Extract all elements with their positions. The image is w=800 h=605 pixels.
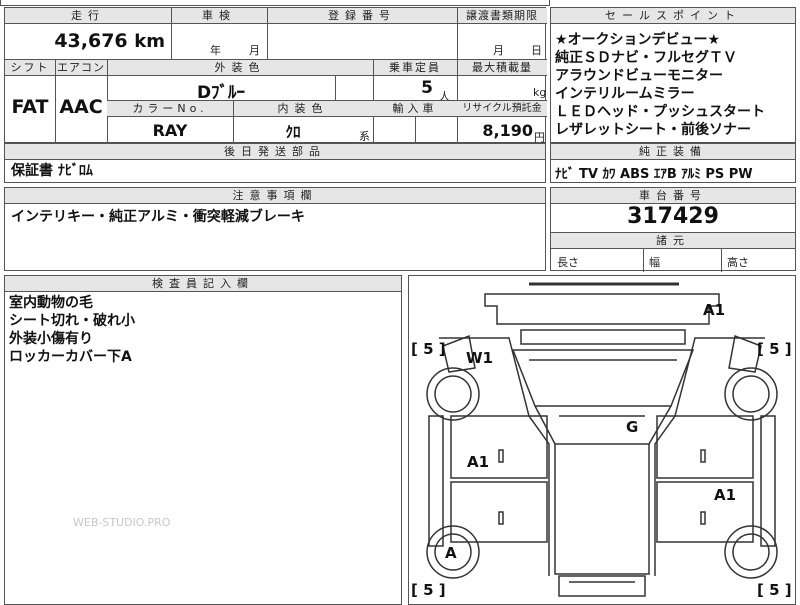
mark-a-rear-left: A [445, 544, 457, 562]
interior-color-value: ｸﾛ [285, 123, 301, 141]
aircon-header: エアコン [55, 60, 107, 76]
later-parts-value: 保証書 ﾅﾋﾞﾛﾑ [11, 163, 93, 179]
dimensions-header: 諸元 [551, 232, 795, 249]
selling-point: 純正ＳＤナビ・フルセグＴＶ [555, 50, 737, 66]
capacity-header: 乗車定員 [373, 60, 457, 76]
aircon-value: AAC [59, 96, 103, 118]
transfer-day-label: 日 [531, 44, 542, 57]
chassis-panel: 車台番号 317429 諸元 長さ 幅 高さ [550, 187, 796, 272]
color-no-value: RAY [152, 121, 188, 140]
mileage-unit: km [134, 31, 165, 52]
top-strip [0, 0, 550, 6]
shift-value: FAT [11, 96, 49, 118]
selling-points-header: セールスポイント [551, 8, 795, 24]
notes-header: 注意事項欄 [5, 188, 545, 204]
inspector-lines: 室内動物の毛 シート切れ・破れ小 外装小傷有り ロッカーカバー下A [9, 294, 135, 366]
max-load-unit: kg [533, 86, 547, 99]
capacity-value: 5 [421, 78, 433, 98]
exterior-color-header: 外装色 [107, 60, 373, 76]
selling-point: インテリルームミラー [555, 86, 695, 102]
car-diagram: A1 W1 G A1 A1 A [ 5 ] [ 5 ] [ 5 ] [ 5 ] [408, 275, 796, 605]
selling-point: ★オークションデビュー★ [555, 32, 721, 48]
registration-header: 登録番号 [267, 8, 457, 24]
mark-g-roof: G [626, 418, 639, 436]
selling-point: アラウンドビューモニター [555, 68, 723, 84]
shift-header: シフト [5, 60, 55, 76]
interior-color-header: 内装色 [233, 101, 373, 117]
tire-front-left: [ 5 ] [411, 340, 446, 358]
recycle-value: 8,190 [482, 121, 533, 140]
selling-point: レザレットシート・前後ソナー [555, 122, 751, 138]
recycle-header: リサイクル預託金 [457, 101, 547, 117]
notes-panel: 注意事項欄 インテリキー・純正アルミ・衝突軽減ブレーキ [4, 187, 546, 271]
mark-w1-fender: W1 [466, 349, 493, 367]
interior-color-suffix: 系 [359, 130, 370, 143]
selling-points-panel: セールスポイント ★オークションデビュー★ 純正ＳＤナビ・フルセグＴＶ アラウン… [550, 7, 796, 143]
selling-point: ＬＥＤヘッド・プッシュスタート [555, 104, 765, 120]
height-label: 高さ [727, 256, 749, 269]
chassis-value: 317429 [627, 204, 719, 229]
inspector-line: 外装小傷有り [9, 331, 93, 347]
car-outline [426, 282, 778, 597]
standard-equipment-value: ﾅﾋﾞ TV ｶﾜ ABS ｴｱB ｱﾙﾐ PS PW [555, 167, 753, 182]
inspection-header: 車検 [171, 8, 267, 24]
inspector-line: 室内動物の毛 [9, 295, 93, 311]
mark-a1-right-door: A1 [714, 486, 737, 504]
inspection-year-label: 年 [210, 44, 221, 57]
color-no-header: カラーNo. [107, 101, 233, 117]
mark-a1-left-door: A1 [467, 453, 490, 471]
mark-a1-hood: A1 [703, 301, 726, 319]
length-label: 長さ [557, 256, 579, 269]
tire-rear-left: [ 5 ] [411, 581, 446, 599]
chassis-header: 車台番号 [551, 188, 795, 204]
tire-front-right: [ 5 ] [757, 340, 792, 358]
watermark: WEB-STUDIO.PRO [73, 516, 171, 529]
mileage-header: 走行 [5, 8, 171, 24]
tire-rear-right: [ 5 ] [757, 581, 792, 599]
import-header: 輸入車 [373, 101, 457, 117]
transfer-deadline-header: 譲渡書類期限 [457, 8, 547, 24]
max-load-header: 最大積載量 [457, 60, 547, 76]
notes-value: インテリキー・純正アルミ・衝突軽減ブレーキ [11, 209, 305, 225]
width-label: 幅 [649, 256, 660, 269]
inspector-header: 検査員記入欄 [5, 276, 401, 292]
vehicle-info-grid: 走行 車検 登録番号 譲渡書類期限 43,676 km 年 月 月 日 シフト … [4, 7, 547, 144]
transfer-month-label: 月 [493, 44, 504, 57]
inspector-panel: 検査員記入欄 室内動物の毛 シート切れ・破れ小 外装小傷有り ロッカーカバー下A… [4, 275, 402, 605]
later-parts-header: 後日発送部品 [5, 144, 545, 160]
mileage-value: 43,676 km [54, 30, 165, 52]
standard-equipment-header: 純正装備 [551, 144, 795, 160]
later-parts-panel: 後日発送部品 保証書 ﾅﾋﾞﾛﾑ [4, 143, 546, 183]
inspection-month-label: 月 [249, 44, 260, 57]
selling-points-list: ★オークションデビュー★ 純正ＳＤナビ・フルセグＴＶ アラウンドビューモニター … [555, 31, 795, 139]
standard-equipment-panel: 純正装備 ﾅﾋﾞ TV ｶﾜ ABS ｴｱB ｱﾙﾐ PS PW [550, 143, 796, 183]
inspector-line: ロッカーカバー下A [9, 349, 132, 365]
inspector-line: シート切れ・破れ小 [9, 313, 135, 329]
